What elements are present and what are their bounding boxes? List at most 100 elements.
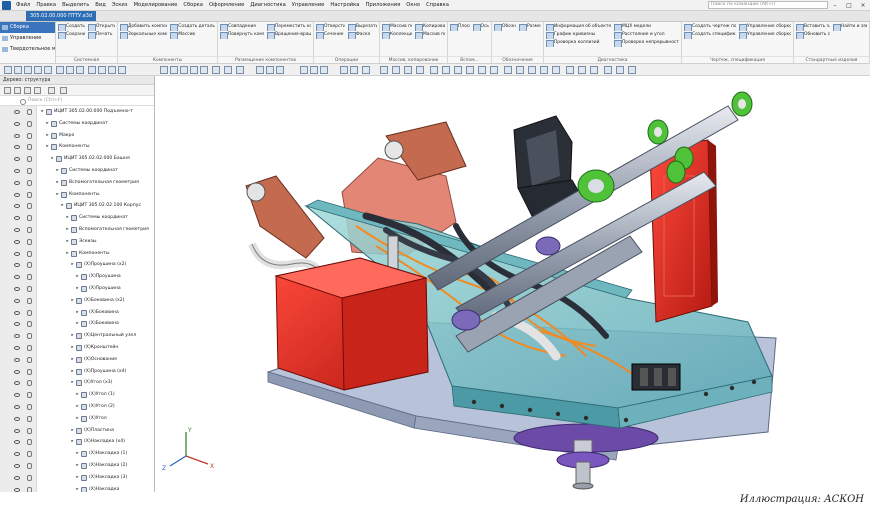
toolbar-button[interactable] (224, 66, 232, 74)
tree-node[interactable]: ▸ (Х)Центральный узел (0, 330, 154, 342)
expand-toggle-icon[interactable]: ▸ (75, 283, 80, 295)
link-icon[interactable] (27, 344, 32, 351)
visibility-eye-icon[interactable] (14, 404, 20, 409)
tree-node[interactable]: ▸ Системы координат (0, 212, 154, 224)
link-icon[interactable] (27, 109, 32, 115)
tree-node[interactable]: ▸ (Х)Пластина (0, 425, 154, 437)
link-icon[interactable] (27, 179, 32, 186)
toolbar-button[interactable] (604, 66, 612, 74)
link-icon[interactable] (27, 486, 32, 492)
visibility-eye-icon[interactable] (14, 310, 20, 315)
tree-node[interactable]: ▸ (Х)Проушина (х4) (0, 366, 154, 378)
ribbon-command-button[interactable]: Обозначения (494, 23, 516, 31)
ribbon-command-button[interactable]: Вырезать выдавливанием (348, 23, 377, 31)
tree-node[interactable]: ▸ Компоненты (0, 141, 154, 153)
menu-management[interactable]: Управление (289, 2, 328, 8)
ribbon-command-button[interactable]: Массив по сетке (382, 23, 412, 31)
toolbar-button[interactable] (566, 66, 574, 74)
tree-node[interactable]: ▸ (Х)Накладка (0, 484, 154, 492)
ribbon-command-button[interactable]: Вставить элемент (796, 23, 830, 31)
link-icon[interactable] (27, 403, 32, 410)
mode-solid-modeling[interactable]: Твердотельное моделирование (0, 44, 55, 55)
filter-icon[interactable] (4, 87, 11, 94)
expand-toggle-icon[interactable]: ▸ (75, 472, 80, 484)
visibility-eye-icon[interactable] (14, 440, 20, 445)
link-icon[interactable] (27, 215, 32, 222)
ribbon-command-button[interactable]: Повернуть компонент (220, 31, 264, 39)
ribbon-command-button[interactable]: Массив (170, 31, 215, 39)
toolbar-button[interactable] (590, 66, 598, 74)
tree-search-input[interactable]: Поиск (Ctrl+F) (0, 96, 154, 106)
toolbar-button[interactable] (76, 66, 84, 74)
toolbar-button[interactable] (466, 66, 474, 74)
list-view-icon[interactable] (24, 87, 31, 94)
tree-view-icon[interactable] (14, 87, 21, 94)
visibility-eye-icon[interactable] (14, 334, 20, 339)
toolbar-button[interactable] (34, 66, 42, 74)
menu-window[interactable]: Окно (403, 2, 423, 8)
visibility-eye-icon[interactable] (14, 110, 20, 114)
toolbar-button[interactable] (478, 66, 486, 74)
ribbon-command-button[interactable]: Печать (88, 31, 115, 39)
link-icon[interactable] (27, 439, 32, 446)
tree-node[interactable]: ▸ (Х)Боковина (х2) (0, 295, 154, 307)
link-icon[interactable] (27, 156, 32, 163)
tree-node[interactable]: ▸ (Х)Боковина (0, 318, 154, 330)
visibility-eye-icon[interactable] (14, 251, 20, 256)
tree-node[interactable]: ▸ Системы координат (0, 118, 154, 130)
toolbar-button[interactable] (454, 66, 462, 74)
ribbon-command-button[interactable]: Плоскость (450, 23, 470, 31)
visibility-eye-icon[interactable] (14, 192, 20, 197)
tree-node[interactable]: ▸ ИЦИТ 305.02.02.000 Башня (0, 153, 154, 165)
toolbar-button[interactable] (310, 66, 318, 74)
expand-toggle-icon[interactable]: ▸ (55, 177, 60, 189)
settings-icon[interactable] (48, 87, 55, 94)
tree-node[interactable]: ▸ (Х)Проушина (0, 271, 154, 283)
link-icon[interactable] (27, 262, 32, 269)
expand-toggle-icon[interactable]: ▸ (70, 354, 75, 366)
toolbar-button[interactable] (430, 66, 438, 74)
ribbon-command-button[interactable]: Сечение (316, 31, 345, 39)
toolbar-button[interactable] (276, 66, 284, 74)
tree-node[interactable]: ▸ Эскизы (0, 236, 154, 248)
link-icon[interactable] (27, 191, 32, 198)
expand-toggle-icon[interactable]: ▸ (75, 307, 80, 319)
link-icon[interactable] (27, 309, 32, 316)
tree-node[interactable]: ▸ (Х)Проушина (0, 283, 154, 295)
ribbon-command-button[interactable]: Обновить ссылки на моде... (796, 31, 830, 39)
minimize-icon[interactable]: – (828, 2, 842, 9)
ribbon-command-button[interactable]: Создать чертеж по модели (684, 23, 736, 31)
expand-toggle-icon[interactable]: ▸ (75, 413, 80, 425)
toolbar-button[interactable] (212, 66, 220, 74)
tree-node[interactable]: ▸ (Х)Кронштейн (0, 342, 154, 354)
toolbar-button[interactable] (404, 66, 412, 74)
ribbon-command-button[interactable]: Вращение-вращение (267, 31, 311, 39)
visibility-eye-icon[interactable] (14, 168, 20, 173)
link-icon[interactable] (27, 333, 32, 340)
visibility-eye-icon[interactable] (14, 204, 20, 209)
toolbar-button[interactable] (266, 66, 274, 74)
link-icon[interactable] (27, 392, 32, 399)
visibility-eye-icon[interactable] (14, 133, 20, 138)
tree-node[interactable]: ▸ Системы координат (0, 165, 154, 177)
toolbar-button[interactable] (256, 66, 264, 74)
ribbon-command-button[interactable]: Управление сборкой по модели (739, 31, 791, 39)
menu-modeling[interactable]: Моделирование (131, 2, 181, 8)
tree-node[interactable]: ▸ ИЦИТ 305.02.00.000 Подъемно-т (0, 106, 154, 118)
command-search-input[interactable]: Поиск по командам (Alt+/) (708, 1, 828, 9)
toolbar-button[interactable] (628, 66, 636, 74)
link-icon[interactable] (27, 250, 32, 257)
tree-node[interactable]: ▸ Вспомогательная геометрия (0, 224, 154, 236)
visibility-eye-icon[interactable] (14, 275, 20, 280)
toolbar-button[interactable] (442, 66, 450, 74)
ribbon-command-button[interactable]: Сохранить (58, 31, 85, 39)
toolbar-button[interactable] (118, 66, 126, 74)
toolbar-button[interactable] (490, 66, 498, 74)
expand-toggle-icon[interactable]: ▸ (45, 130, 50, 142)
menu-diagnostics[interactable]: Диагностика (247, 2, 288, 8)
visibility-eye-icon[interactable] (14, 157, 20, 162)
visibility-eye-icon[interactable] (14, 428, 20, 433)
toolbar-button[interactable] (362, 66, 370, 74)
toolbar-button[interactable] (516, 66, 524, 74)
ribbon-command-button[interactable]: Фаска (348, 31, 377, 39)
